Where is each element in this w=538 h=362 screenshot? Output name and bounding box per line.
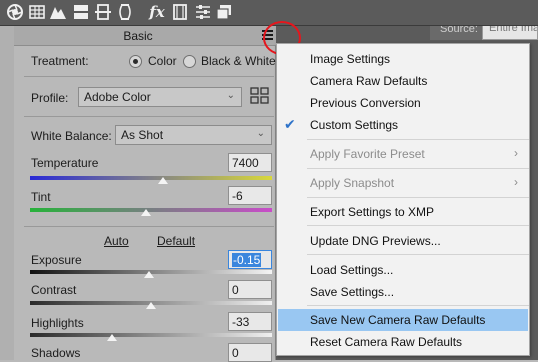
- panel-flyout-menu: Image Settings Camera Raw Defaults Previ…: [276, 43, 530, 356]
- menu-item-update-dng-previews[interactable]: Update DNG Previews...: [278, 230, 528, 252]
- menu-separator: [307, 254, 529, 255]
- menu-item-reset-camera-raw-defaults[interactable]: Reset Camera Raw Defaults: [278, 331, 528, 353]
- menu-separator: [307, 168, 529, 169]
- basic-panel: Basic Treatment: Color Black & White Pro…: [0, 26, 276, 362]
- treatment-label: Treatment:: [31, 54, 89, 68]
- profile-value: Adobe Color: [84, 90, 151, 104]
- white-balance-label: White Balance:: [31, 129, 112, 143]
- submenu-arrow-icon: ›: [514, 175, 518, 189]
- submenu-arrow-icon: ›: [514, 146, 518, 160]
- radio-color-label: Color: [148, 54, 177, 68]
- radio-black-white-label: Black & White: [201, 54, 276, 68]
- panel-left-edge: [0, 26, 14, 360]
- menu-item-custom-settings[interactable]: ✔ Custom Settings: [278, 114, 528, 136]
- menu-item-apply-favorite-preset[interactable]: Apply Favorite Preset ›: [278, 143, 528, 165]
- divider: [24, 76, 274, 77]
- aperture-icon[interactable]: [6, 3, 24, 21]
- menu-item-image-settings[interactable]: Image Settings: [278, 48, 528, 70]
- grid-icon[interactable]: [28, 3, 46, 21]
- tint-label: Tint: [31, 190, 51, 204]
- lens-icon[interactable]: [116, 3, 134, 21]
- menu-item-export-settings-xmp[interactable]: Export Settings to XMP: [278, 201, 528, 223]
- menu-item-apply-snapshot[interactable]: Apply Snapshot ›: [278, 172, 528, 194]
- profile-label: Profile:: [31, 91, 69, 105]
- temperature-value-field[interactable]: 7400: [228, 153, 272, 172]
- highlights-label: Highlights: [31, 316, 84, 330]
- highlights-slider-track[interactable]: [30, 333, 272, 337]
- auto-link[interactable]: Auto: [104, 234, 129, 248]
- split-toning-icon[interactable]: [72, 3, 90, 21]
- profile-select[interactable]: Adobe Color ⌄: [78, 87, 242, 107]
- default-link[interactable]: Default: [157, 234, 195, 248]
- mountains-icon[interactable]: [49, 3, 67, 21]
- temperature-slider-track[interactable]: [30, 176, 272, 180]
- menu-item-camera-raw-defaults[interactable]: Camera Raw Defaults: [278, 70, 528, 92]
- menu-separator: [307, 139, 529, 140]
- menu-item-previous-conversion[interactable]: Previous Conversion: [278, 92, 528, 114]
- tint-value-field[interactable]: -6: [228, 186, 272, 205]
- panel-toolbar: fx: [0, 0, 538, 26]
- checkmark-icon: ✔: [284, 116, 296, 132]
- fx-icon[interactable]: fx: [148, 3, 166, 21]
- highlights-value-field[interactable]: -33: [228, 312, 272, 331]
- shadows-label: Shadows: [31, 346, 81, 360]
- divider: [24, 116, 274, 117]
- white-balance-select[interactable]: As Shot ⌄: [115, 125, 272, 145]
- stack-icon[interactable]: [215, 3, 233, 21]
- exposure-value-field[interactable]: -0.15: [228, 250, 272, 269]
- temperature-slider-thumb[interactable]: [158, 177, 169, 184]
- film-icon[interactable]: [171, 3, 189, 21]
- sliders-icon[interactable]: [194, 3, 212, 21]
- panel-header: Basic: [0, 26, 276, 46]
- menu-separator: [307, 197, 529, 198]
- chevron-down-icon: ⌄: [256, 128, 265, 139]
- contrast-label: Contrast: [31, 283, 77, 297]
- contrast-slider-thumb[interactable]: [146, 302, 156, 309]
- contrast-value-field[interactable]: 0: [228, 280, 272, 299]
- chevron-down-icon: ⌄: [226, 90, 235, 101]
- menu-item-save-settings[interactable]: Save Settings...: [278, 281, 528, 303]
- profile-browser-icon[interactable]: [250, 87, 270, 105]
- shadows-value-field[interactable]: 0: [228, 343, 272, 362]
- columns-icon[interactable]: [94, 3, 112, 21]
- exposure-label: Exposure: [31, 253, 82, 267]
- divider: [24, 226, 274, 227]
- temperature-label: Temperature: [31, 156, 99, 170]
- menu-separator: [307, 305, 529, 306]
- exposure-slider-thumb[interactable]: [143, 271, 154, 278]
- highlights-slider-thumb[interactable]: [107, 334, 118, 341]
- menu-item-save-new-camera-raw-defaults[interactable]: Save New Camera Raw Defaults: [278, 309, 528, 331]
- panel-title: Basic: [123, 29, 153, 43]
- menu-separator: [307, 225, 529, 226]
- white-balance-value: As Shot: [121, 128, 164, 142]
- radio-color[interactable]: [129, 55, 142, 68]
- radio-black-white[interactable]: [183, 55, 196, 68]
- tint-slider-thumb[interactable]: [141, 209, 152, 216]
- menu-item-load-settings[interactable]: Load Settings...: [278, 259, 528, 281]
